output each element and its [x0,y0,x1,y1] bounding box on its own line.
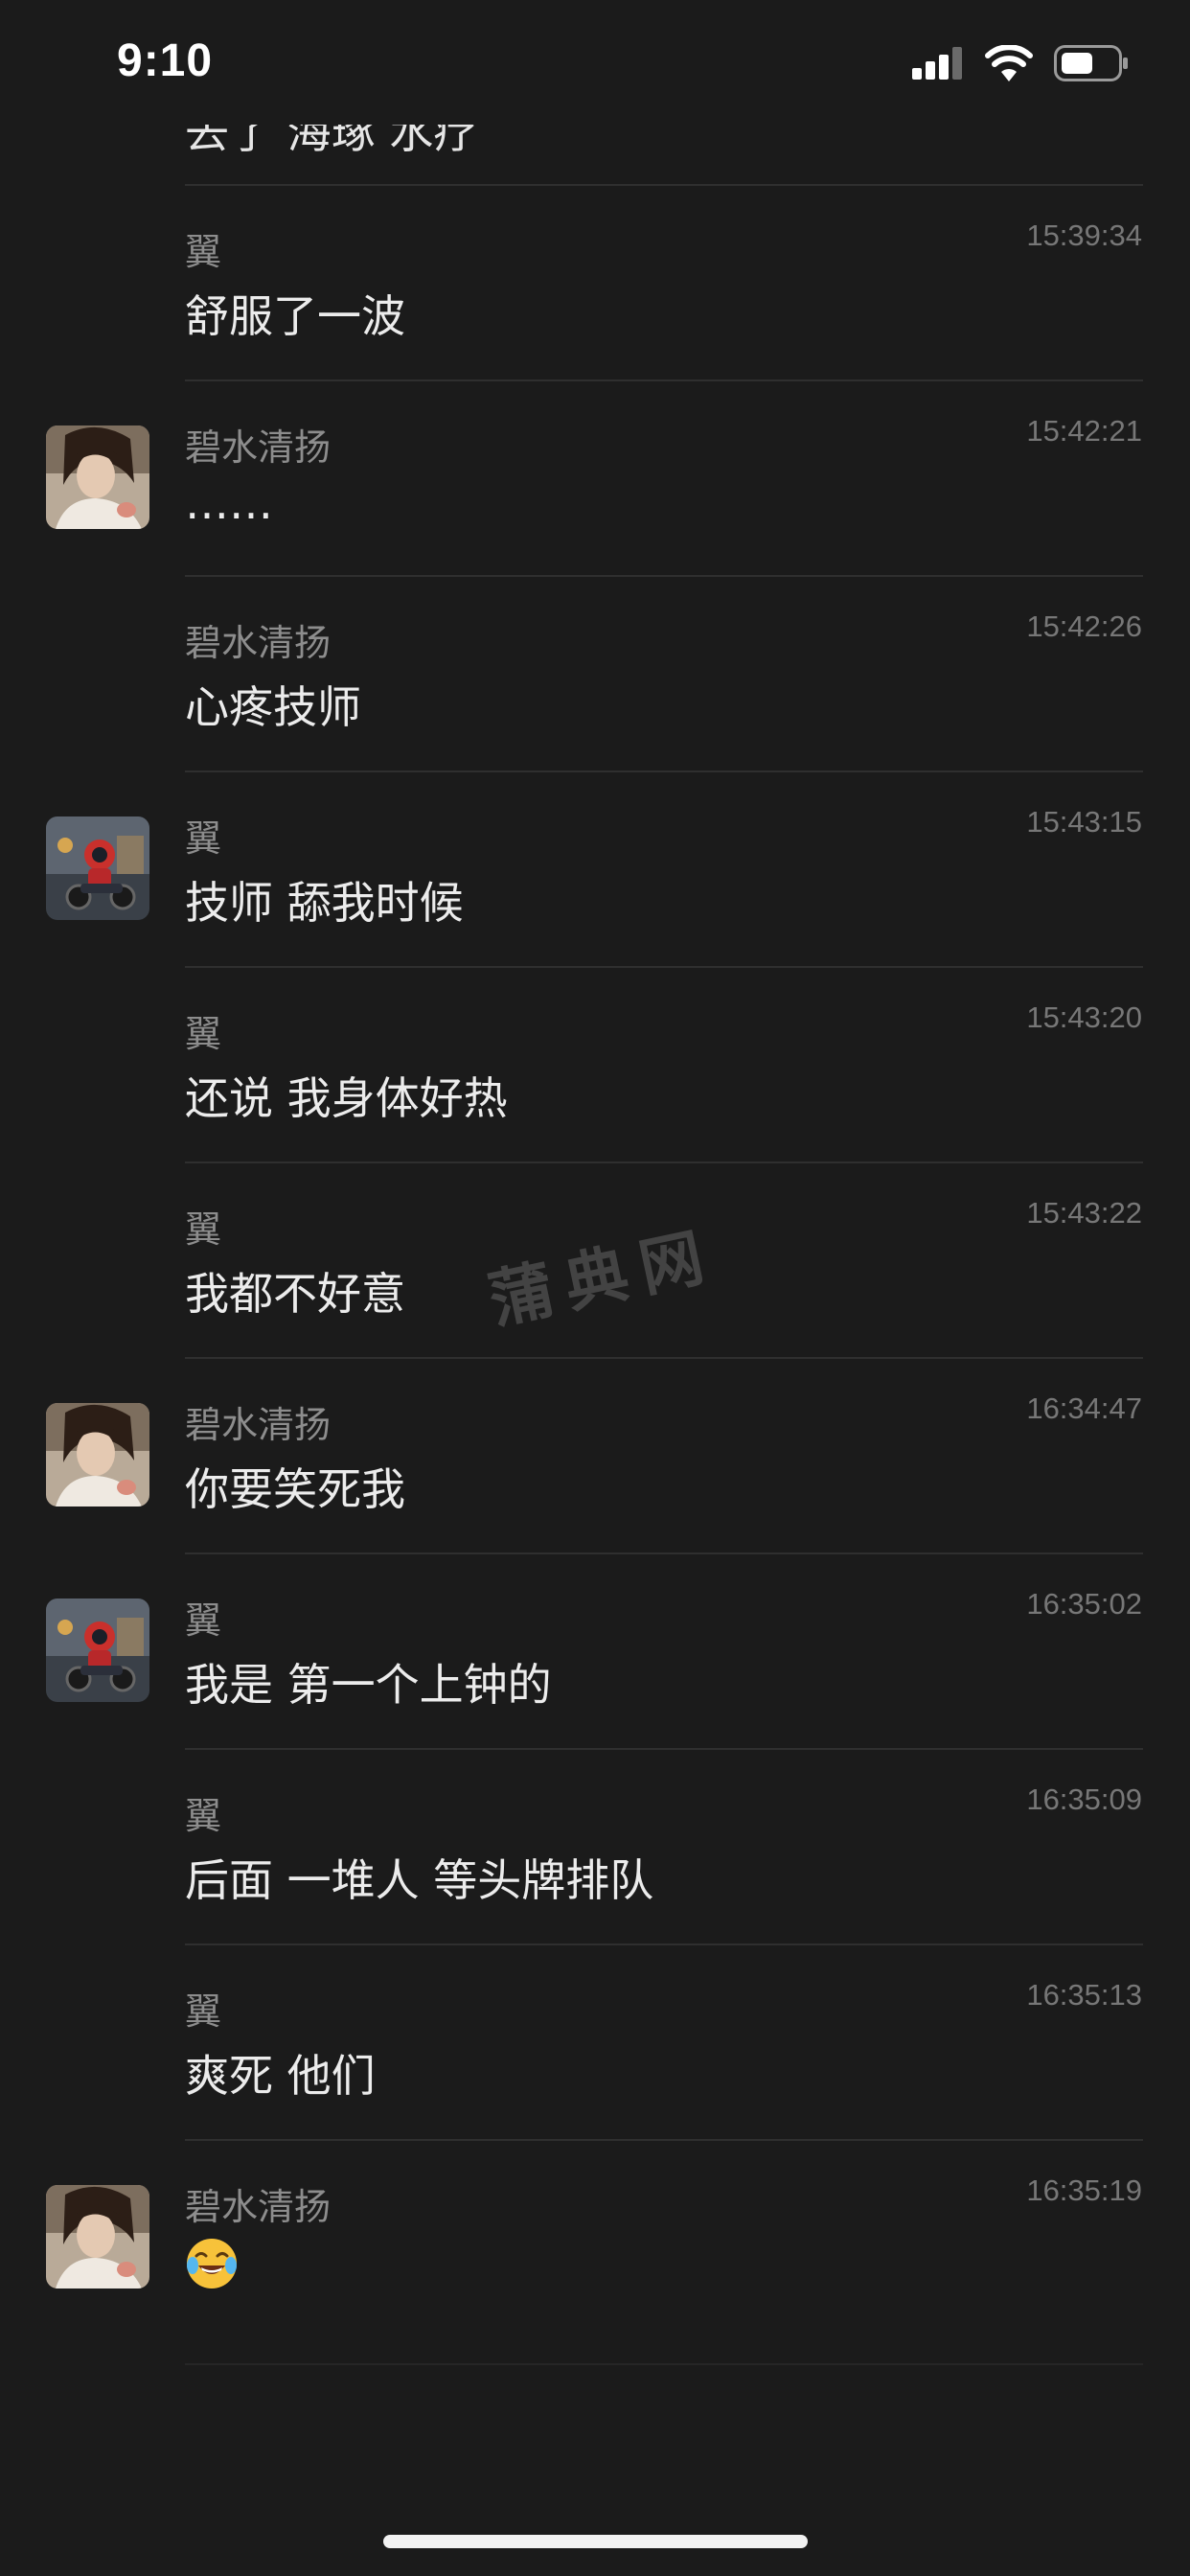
message-sender: 翼 [185,231,222,273]
message-timestamp: 15:43:15 [1026,805,1142,839]
message-text: 还说 我身体好热 [185,1072,508,1124]
message-timestamp: 15:42:26 [1026,610,1142,643]
message-timestamp: 16:35:19 [1026,2174,1142,2207]
message-text: 后面 一堆人 等头牌排队 [185,1854,654,1906]
home-indicator[interactable] [383,2535,808,2548]
message-sender: 翼 [185,1795,222,1837]
message-timestamp: 16:35:02 [1026,1587,1142,1621]
message-text: …… [185,477,273,529]
message-timestamp: 15:42:21 [1026,414,1142,448]
message-sender: 碧水清扬 [185,1404,332,1446]
message-timestamp: 15:43:20 [1026,1000,1142,1034]
avatar-robot-motorcycle[interactable] [46,1598,149,1702]
avatar-female-portrait[interactable] [46,426,149,529]
message-row[interactable]: 翼 16:35:02 我是 第一个上钟的 [0,1554,1190,1750]
message-text: 心疼技师 [185,681,361,733]
message-row[interactable]: 碧水清扬 15:42:26 心疼技师 [0,577,1190,772]
battery-icon [1054,45,1128,81]
face-with-tears-of-joy-emoji [187,2239,237,2288]
message-sender: 碧水清扬 [185,2186,332,2228]
status-icons [912,42,1129,84]
message-text: 你要笑死我 [185,1463,405,1515]
message-row[interactable]: 翼 15:39:34 舒服了一波 [0,186,1190,381]
message-sender: 翼 [185,1208,222,1251]
message-timestamp: 16:34:47 [1026,1392,1142,1425]
message-sender: 碧水清扬 [185,426,332,469]
message-row[interactable]: 碧水清扬 16:35:19 [0,2141,1190,2336]
list-end-divider [185,2363,1143,2365]
status-bar: 9:10 [0,0,1190,125]
message-text: 舒服了一波 [185,290,405,342]
message-row[interactable]: 翼 15:43:20 还说 我身体好热 [0,968,1190,1163]
message-row[interactable]: 翼 16:35:09 后面 一堆人 等头牌排队 [0,1750,1190,1945]
status-time: 9:10 [117,35,214,86]
message-sender: 翼 [185,1013,222,1055]
chat-message-list[interactable]: 去了 海琢 水疗 翼 15:39:34 舒服了一波 碧水清扬 15:42:21 … [0,0,1190,2377]
message-row[interactable]: 碧水清扬 15:42:21 …… [0,381,1190,577]
message-sender: 翼 [185,1599,222,1642]
avatar-robot-motorcycle[interactable] [46,816,149,920]
message-sender: 翼 [185,1990,222,2033]
avatar-female-portrait[interactable] [46,2185,149,2288]
message-row[interactable]: 碧水清扬 16:34:47 你要笑死我 [0,1359,1190,1554]
message-timestamp: 16:35:13 [1026,1978,1142,2012]
message-text: 技师 舔我时候 [185,877,464,929]
message-text: 我都不好意 [185,1268,405,1320]
cellular-signal-icon [912,47,962,80]
message-row[interactable]: 翼 15:43:15 技师 舔我时候 [0,772,1190,968]
message-sender: 翼 [185,817,222,860]
message-timestamp: 15:43:22 [1026,1196,1142,1230]
message-row[interactable]: 翼 16:35:13 爽死 他们 [0,1945,1190,2141]
message-timestamp: 15:39:34 [1026,218,1142,252]
message-sender: 碧水清扬 [185,622,332,664]
message-text: 我是 第一个上钟的 [185,1659,552,1711]
wifi-icon [985,45,1033,81]
message-text: 爽死 他们 [185,2050,376,2102]
message-timestamp: 16:35:09 [1026,1782,1142,1816]
avatar-female-portrait[interactable] [46,1403,149,1506]
